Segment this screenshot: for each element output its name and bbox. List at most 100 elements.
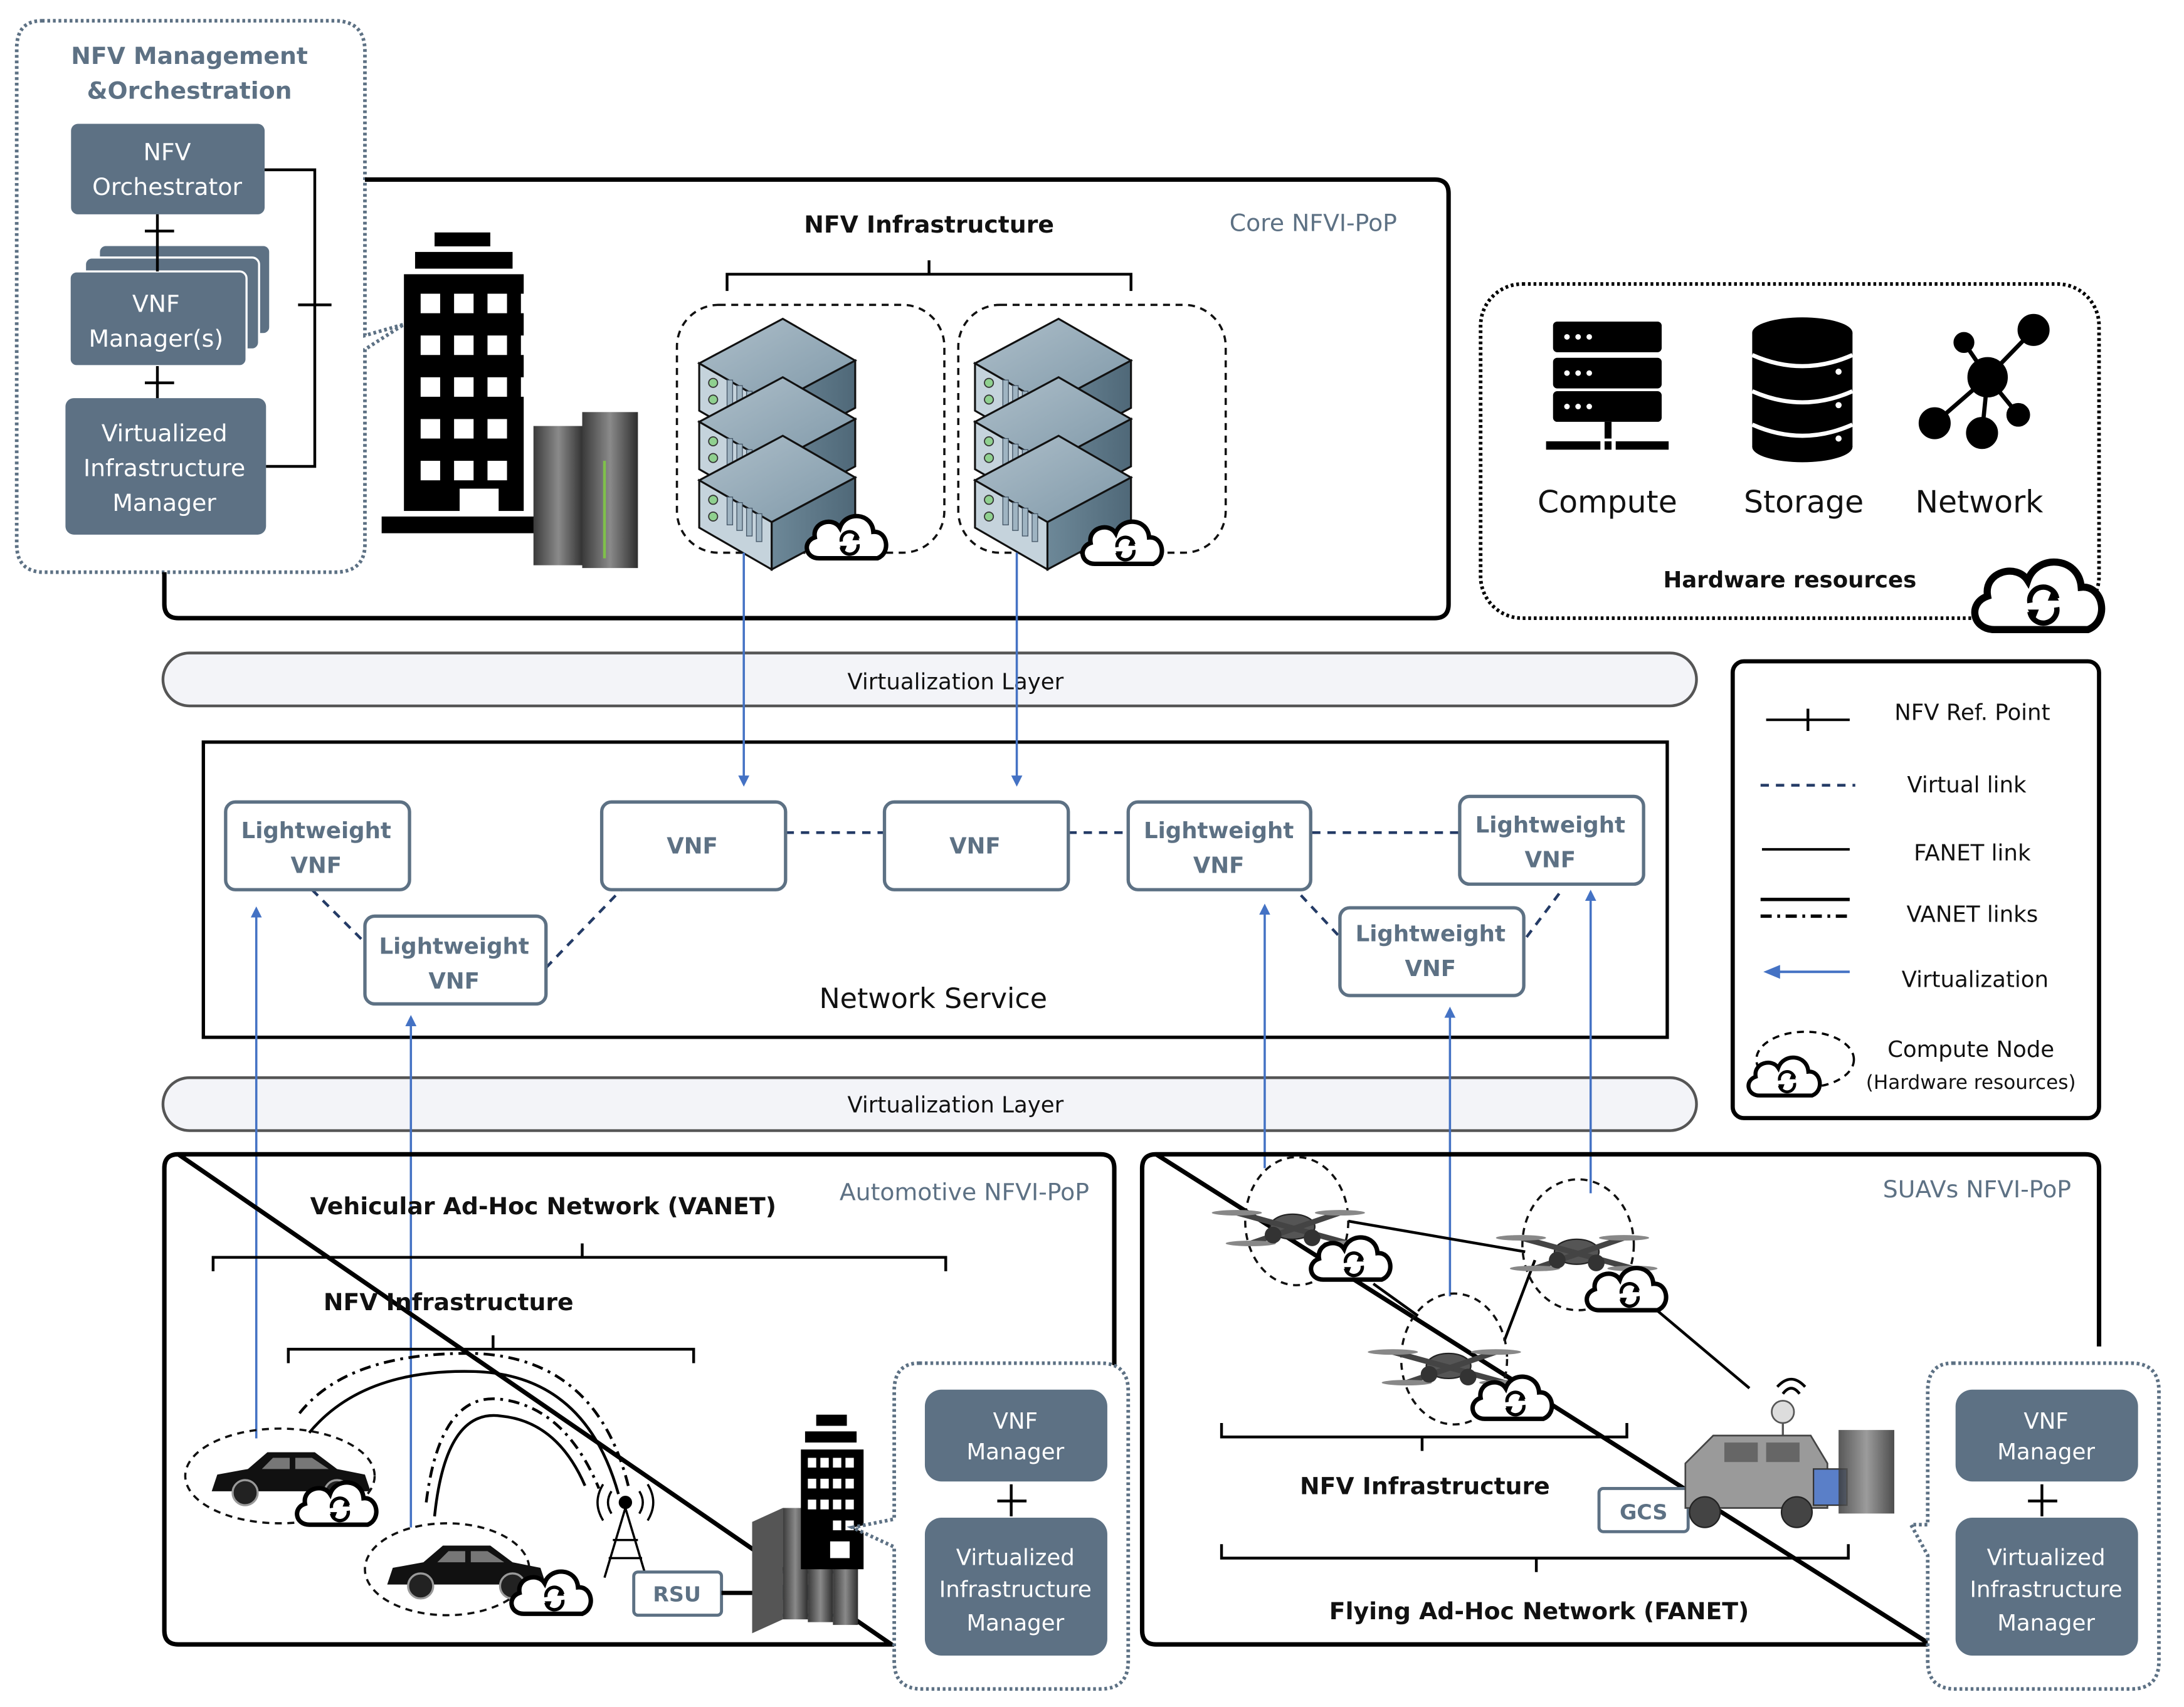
suav-pop-label: SUAVs NFVI-PoP <box>1883 1175 2071 1203</box>
core-infra-label: NFV Infrastructure <box>804 211 1054 238</box>
legend: NFV Ref. Point Virtual link FANET link V… <box>1730 659 2101 1120</box>
ground-control-vehicle-icon <box>1684 1377 1894 1528</box>
svg-text:VNF: VNF <box>1193 853 1245 879</box>
svg-text:Lightweight: Lightweight <box>1356 921 1506 947</box>
svg-text:Manager: Manager <box>1997 1610 2095 1636</box>
fanet-label: Flying Ad-Hoc Network (FANET) <box>1329 1597 1749 1625</box>
drone-node-1[interactable] <box>1212 1155 1391 1286</box>
svg-text:Lightweight: Lightweight <box>379 933 529 959</box>
vanet-label: Vehicular Ad-Hoc Network (VANET) <box>310 1192 776 1220</box>
svg-text:VNF: VNF <box>1525 848 1576 873</box>
svg-text:VNF: VNF <box>1405 956 1457 982</box>
svg-text:Manager: Manager <box>1997 1439 2095 1465</box>
vnf-managers-line1: VNF <box>132 290 180 317</box>
svg-text:VNF: VNF <box>2023 1409 2068 1434</box>
svg-text:Virtualized: Virtualized <box>1987 1545 2106 1571</box>
virtualization-layer-bottom: Virtualization Layer <box>161 1076 1698 1132</box>
storage-icon <box>1751 317 1854 463</box>
svg-text:RSU: RSU <box>653 1582 701 1606</box>
vnf-managers-line2: Manager(s) <box>88 325 223 352</box>
hw-storage-label: Storage <box>1744 484 1864 520</box>
core-pop-label: Core NFVI-PoP <box>1230 209 1397 237</box>
vnf-box-lightweight-2[interactable]: Lightweight VNF <box>363 914 548 1006</box>
hw-network-label: Network <box>1915 484 2044 520</box>
network-icon <box>1918 313 2050 449</box>
suav-vnf-manager-box[interactable]: VNF Manager <box>1955 1389 2138 1482</box>
automotive-nfvi-pop: Automotive NFVI-PoP Vehicular Ad-Hoc Net… <box>162 1152 1131 1691</box>
vim-line3: Manager <box>112 489 216 517</box>
virtualization-layer-top-label: Virtualization Layer <box>847 669 1063 695</box>
network-service-panel: Network Service Lightweight VNF Lightwei… <box>201 740 1669 1039</box>
automotive-vnf-manager-box[interactable]: VNF Manager <box>924 1389 1107 1482</box>
svg-text:VNF: VNF <box>667 834 718 859</box>
vnf-managers-stack[interactable]: VNF Manager(s) <box>68 244 272 367</box>
vim-box[interactable]: Virtualized Infrastructure Manager <box>65 398 266 535</box>
svg-text:Virtual link: Virtual link <box>1907 772 2027 798</box>
svg-text:Virtualized: Virtualized <box>956 1545 1075 1571</box>
network-service-label: Network Service <box>819 983 1047 1015</box>
edge-building-icon <box>801 1414 864 1570</box>
svg-text:Virtualization: Virtualization <box>1902 967 2049 993</box>
svg-text:Manager: Manager <box>966 1610 1064 1636</box>
nfv-architecture-diagram: NFV Management &Orchestration NFV Orches… <box>14 19 2161 1691</box>
mano-callout: NFV Management &Orchestration NFV Orches… <box>14 19 405 574</box>
suav-nfvi-pop: SUAVs NFVI-PoP NFV Infrastructure Flying… <box>1139 1152 2161 1691</box>
automotive-pop-label: Automotive NFVI-PoP <box>840 1179 1089 1206</box>
virtualization-layer-top: Virtualization Layer <box>161 651 1698 708</box>
vnf-box-lightweight-4[interactable]: Lightweight VNF <box>1458 794 1645 886</box>
drone-node-2[interactable] <box>1496 1178 1666 1310</box>
svg-text:FANET link: FANET link <box>1914 841 2031 866</box>
svg-text:VNF: VNF <box>290 853 342 879</box>
vnf-box-lightweight-5[interactable]: Lightweight VNF <box>1338 906 1526 997</box>
mainframe-rack-icon <box>533 412 638 569</box>
cloud-sync-icon <box>1311 1237 1390 1279</box>
orchestrator-line1: NFV <box>144 138 191 165</box>
automotive-mano-callout: VNF Manager Virtualized Infrastructure M… <box>847 1361 1131 1691</box>
orchestrator-line2: Orchestrator <box>92 173 242 201</box>
vanet-infra-bracket <box>287 1335 695 1363</box>
nfv-orchestrator-box[interactable]: NFV Orchestrator <box>71 123 265 214</box>
core-infra-bracket <box>725 260 1132 292</box>
vnf-box-lightweight-3[interactable]: Lightweight VNF <box>1126 800 1312 891</box>
hardware-resources-panel: Compute Storage Network Hardware resourc… <box>1479 282 2101 630</box>
svg-text:Lightweight: Lightweight <box>1475 812 1625 838</box>
fanet-infra-label: NFV Infrastructure <box>1300 1472 1550 1500</box>
gcs-box[interactable]: GCS <box>1597 1486 1690 1533</box>
mano-title-line1: NFV Management <box>71 42 308 70</box>
svg-text:Infrastructure: Infrastructure <box>939 1577 1092 1603</box>
svg-text:VANET links: VANET links <box>1907 901 2039 927</box>
suav-vim-box[interactable]: Virtualized Infrastructure Manager <box>1955 1518 2138 1656</box>
compute-icon <box>1546 321 1669 450</box>
vehicle-node-1[interactable] <box>184 1427 376 1525</box>
suav-mano-callout: VNF Manager Virtualized Infrastructure M… <box>1907 1361 2161 1691</box>
svg-text:Lightweight: Lightweight <box>1144 818 1294 844</box>
rsu-box[interactable]: RSU <box>632 1570 724 1617</box>
compute-node-2[interactable] <box>957 303 1227 570</box>
vnf-box-2[interactable]: VNF <box>882 800 1070 891</box>
svg-text:GCS: GCS <box>1620 1500 1667 1524</box>
svg-text:Infrastructure: Infrastructure <box>1970 1577 2123 1603</box>
automotive-vim-box[interactable]: Virtualized Infrastructure Manager <box>924 1518 1107 1656</box>
vanet-infra-label: NFV Infrastructure <box>324 1288 574 1316</box>
fanet-infra-bracket <box>1220 1423 1628 1451</box>
svg-text:VNF: VNF <box>428 969 480 994</box>
hw-compute-label: Compute <box>1538 484 1677 520</box>
hw-caption: Hardware resources <box>1663 567 1916 593</box>
svg-text:VNF: VNF <box>993 1409 1038 1434</box>
svg-text:Compute Node: Compute Node <box>1887 1037 2054 1063</box>
vehicle-node-2[interactable] <box>364 1522 591 1617</box>
svg-text:Lightweight: Lightweight <box>241 818 391 844</box>
cloud-sync-icon <box>1975 562 2101 630</box>
svg-text:VNF: VNF <box>949 834 1001 859</box>
vim-line2: Infrastructure <box>83 454 245 482</box>
mano-title-line2: &Orchestration <box>87 77 292 105</box>
drone-node-3[interactable] <box>1368 1292 1552 1426</box>
drone-icon <box>1368 1349 1529 1385</box>
vnf-box-1[interactable]: VNF <box>599 800 788 891</box>
vanet-bracket <box>211 1243 947 1271</box>
svg-text:(Hardware resources): (Hardware resources) <box>1866 1071 2076 1094</box>
svg-text:Manager: Manager <box>966 1439 1064 1465</box>
compute-node-1[interactable] <box>675 303 946 570</box>
rsu-tower-icon <box>596 1483 655 1578</box>
vnf-box-lightweight-1[interactable]: Lightweight VNF <box>224 800 411 891</box>
